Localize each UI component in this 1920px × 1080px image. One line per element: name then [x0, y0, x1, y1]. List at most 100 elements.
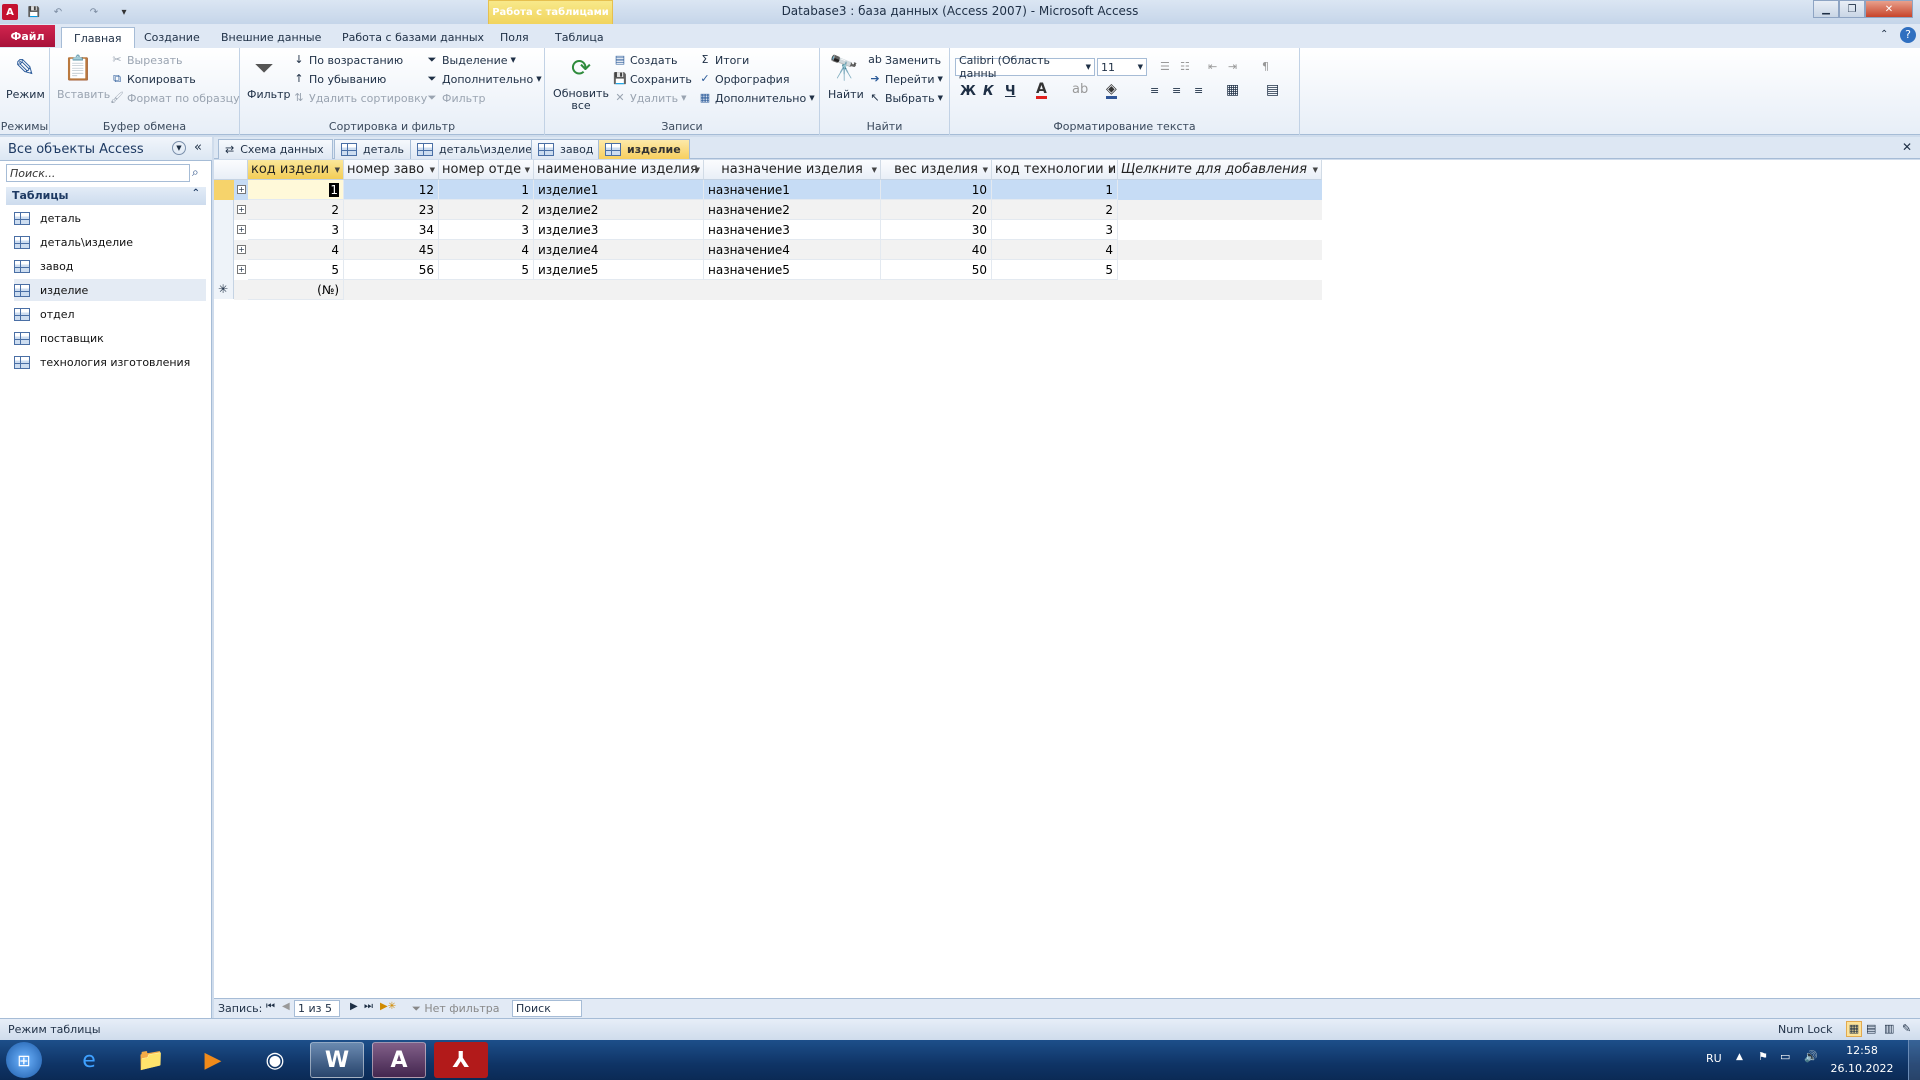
- align-right-icon[interactable]: ≡: [1194, 84, 1203, 97]
- spelling-button[interactable]: ✓ Орфография: [698, 71, 789, 87]
- more-records-button[interactable]: ▦ Дополнительно ▼: [698, 90, 815, 106]
- column-header-nomer-otdela[interactable]: номер отде ▼: [439, 160, 534, 180]
- expand-subdatasheet-icon[interactable]: +: [237, 245, 246, 254]
- replace-button[interactable]: ab Заменить: [868, 52, 941, 68]
- cell-naimenovanie[interactable]: изделие3: [534, 220, 704, 240]
- search-icon[interactable]: ⌕: [192, 165, 199, 180]
- cell-ves[interactable]: 30: [881, 220, 992, 240]
- font-color-icon[interactable]: A: [1036, 82, 1047, 99]
- minimize-button[interactable]: ▁: [1813, 0, 1839, 18]
- cell-naznachenie[interactable]: назначение5: [704, 260, 881, 280]
- cell-new-record[interactable]: (№): [248, 280, 344, 300]
- close-button[interactable]: ✕: [1865, 0, 1913, 18]
- nav-item-postavshchik[interactable]: поставщик: [14, 327, 206, 349]
- expand-subdatasheet-icon[interactable]: +: [237, 225, 246, 234]
- alternate-row-color-icon[interactable]: ▤: [1266, 82, 1279, 98]
- underline-button[interactable]: Ч: [1005, 84, 1016, 99]
- chevron-down-icon[interactable]: ▼: [1313, 166, 1318, 174]
- sort-desc-button[interactable]: ↑ По убыванию: [292, 71, 386, 87]
- find-button[interactable]: Найти: [828, 88, 864, 101]
- copy-button[interactable]: ⧉ Копировать: [110, 71, 196, 87]
- cut-button[interactable]: ✂ Вырезать: [110, 52, 182, 68]
- tab-table[interactable]: Таблица: [543, 27, 616, 48]
- cell-kod-tekhnologii[interactable]: 4: [992, 240, 1118, 260]
- doc-tab-izdelie[interactable]: изделие: [598, 139, 690, 159]
- pivot-chart-view-icon[interactable]: ▥: [1884, 1022, 1894, 1035]
- nav-item-tekhnologiya[interactable]: технология изготовления: [14, 351, 206, 373]
- tab-home[interactable]: Главная: [61, 27, 135, 48]
- clock-time[interactable]: 12:58: [1832, 1044, 1892, 1057]
- refresh-all-button[interactable]: Обновить все: [553, 88, 609, 112]
- cell-naznachenie[interactable]: назначение3: [704, 220, 881, 240]
- italic-button[interactable]: К: [983, 84, 994, 99]
- chevron-down-icon[interactable]: ▼: [695, 166, 700, 174]
- show-hidden-icons-icon[interactable]: ▲: [1736, 1052, 1743, 1062]
- cell-kod-izdeliya[interactable]: 2: [248, 200, 344, 220]
- cell-kod-tekhnologii[interactable]: 2: [992, 200, 1118, 220]
- expand-subdatasheet-icon[interactable]: +: [237, 205, 246, 214]
- previous-record-icon[interactable]: ◀: [282, 1001, 290, 1012]
- close-document-icon[interactable]: ✕: [1902, 140, 1912, 154]
- media-player-icon[interactable]: ▶: [186, 1042, 240, 1078]
- delete-record-button[interactable]: ✕ Удалить ▼: [613, 90, 686, 106]
- cell-kod-izdeliya[interactable]: 3: [248, 220, 344, 240]
- nav-item-otdel[interactable]: отдел: [14, 303, 206, 325]
- chevron-down-icon[interactable]: ▼: [983, 166, 988, 174]
- chevron-down-icon[interactable]: ▼: [525, 166, 530, 174]
- show-desktop-button[interactable]: [1908, 1040, 1920, 1080]
- nav-item-detal-izdelie[interactable]: деталь\изделие: [14, 231, 206, 253]
- cell-kod-tekhnologii[interactable]: 3: [992, 220, 1118, 240]
- cell-kod-izdeliya[interactable]: 5: [248, 260, 344, 280]
- cell-naimenovanie[interactable]: изделие4: [534, 240, 704, 260]
- totals-button[interactable]: Σ Итоги: [698, 52, 750, 68]
- expand-subdatasheet-icon[interactable]: +: [237, 265, 246, 274]
- column-header-naznachenie[interactable]: назначение изделия ▼: [704, 160, 881, 180]
- new-record-nav-icon[interactable]: ▶✳: [380, 1001, 396, 1012]
- view-button[interactable]: Режим: [6, 88, 45, 101]
- access-taskbar-icon[interactable]: A: [372, 1042, 426, 1078]
- nav-header-title[interactable]: Все объекты Access: [8, 142, 144, 157]
- cell-naznachenie[interactable]: назначение1: [704, 180, 881, 200]
- tab-database-tools[interactable]: Работа с базами данных: [330, 27, 496, 48]
- tab-fields[interactable]: Поля: [488, 27, 541, 48]
- paste-button[interactable]: Вставить: [57, 88, 110, 101]
- column-header-naimenovanie[interactable]: наименование изделия ▼: [534, 160, 704, 180]
- collapse-pane-icon[interactable]: «: [194, 140, 202, 155]
- cell-ves[interactable]: 10: [881, 180, 992, 200]
- chrome-icon[interactable]: ◉: [248, 1042, 302, 1078]
- cell-nomer-otdela[interactable]: 5: [439, 260, 534, 280]
- cell-naznachenie[interactable]: назначение4: [704, 240, 881, 260]
- advanced-filter-button[interactable]: ⏷ Дополнительно ▼: [425, 71, 542, 87]
- clear-sort-button[interactable]: ⇅ Удалить сортировку: [292, 90, 427, 106]
- chevron-down-icon[interactable]: ▼: [335, 166, 340, 174]
- align-left-icon[interactable]: ≡: [1150, 84, 1159, 97]
- pdf-reader-icon[interactable]: ⅄: [434, 1042, 488, 1078]
- goto-button[interactable]: ➔ Перейти ▼: [868, 71, 943, 87]
- bullets-icon[interactable]: ☰: [1160, 60, 1170, 73]
- column-header-kod-tekhnologii[interactable]: код технологии и ▼: [992, 160, 1118, 180]
- expand-subdatasheet-icon[interactable]: +: [237, 185, 246, 194]
- new-record-row[interactable]: [234, 280, 1322, 300]
- filter-button[interactable]: Фильтр: [247, 88, 291, 101]
- start-button[interactable]: ⊞: [6, 1042, 42, 1078]
- file-explorer-icon[interactable]: 📁: [124, 1042, 178, 1078]
- numbering-icon[interactable]: ☷: [1180, 60, 1190, 73]
- current-record-input[interactable]: 1 из 5: [294, 1000, 340, 1017]
- design-view-icon[interactable]: ✎: [1902, 1022, 1911, 1035]
- chevron-down-icon[interactable]: ▼: [1109, 166, 1114, 174]
- chevron-down-icon[interactable]: ▼: [872, 166, 877, 174]
- cell-ves[interactable]: 40: [881, 240, 992, 260]
- toggle-filter-button[interactable]: ⏷ Фильтр: [425, 90, 486, 106]
- tab-external-data[interactable]: Внешние данные: [209, 27, 333, 48]
- nav-search-input[interactable]: Поиск...: [6, 164, 190, 182]
- word-icon[interactable]: W: [310, 1042, 364, 1078]
- maximize-button[interactable]: ❐: [1839, 0, 1865, 18]
- cell-naimenovanie[interactable]: изделие1: [534, 180, 704, 200]
- help-icon[interactable]: ?: [1900, 27, 1916, 43]
- last-record-icon[interactable]: ⏭: [364, 1001, 373, 1012]
- new-record-button[interactable]: ▤ Создать: [613, 52, 678, 68]
- cell-nomer-zavoda[interactable]: 12: [344, 180, 439, 200]
- cell-nomer-zavoda[interactable]: 45: [344, 240, 439, 260]
- record-search-input[interactable]: Поиск: [512, 1000, 582, 1017]
- font-size-select[interactable]: 11 ▼: [1097, 58, 1147, 76]
